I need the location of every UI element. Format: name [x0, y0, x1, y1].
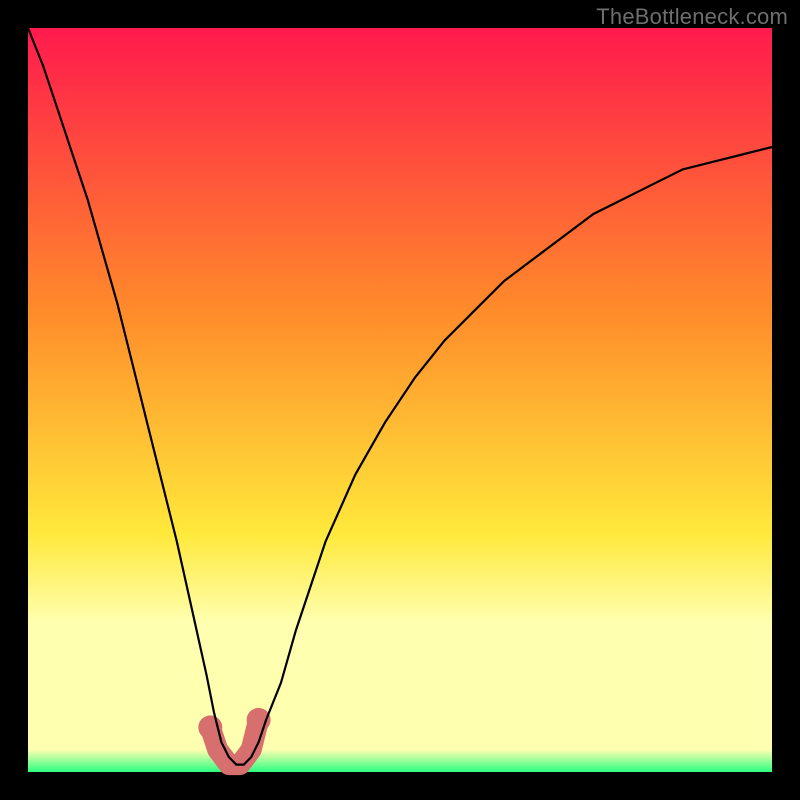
chart-frame: { "watermark": "TheBottleneck.com", "col… — [0, 0, 800, 800]
watermark-text: TheBottleneck.com — [596, 4, 788, 30]
bottleneck-chart — [0, 0, 800, 800]
